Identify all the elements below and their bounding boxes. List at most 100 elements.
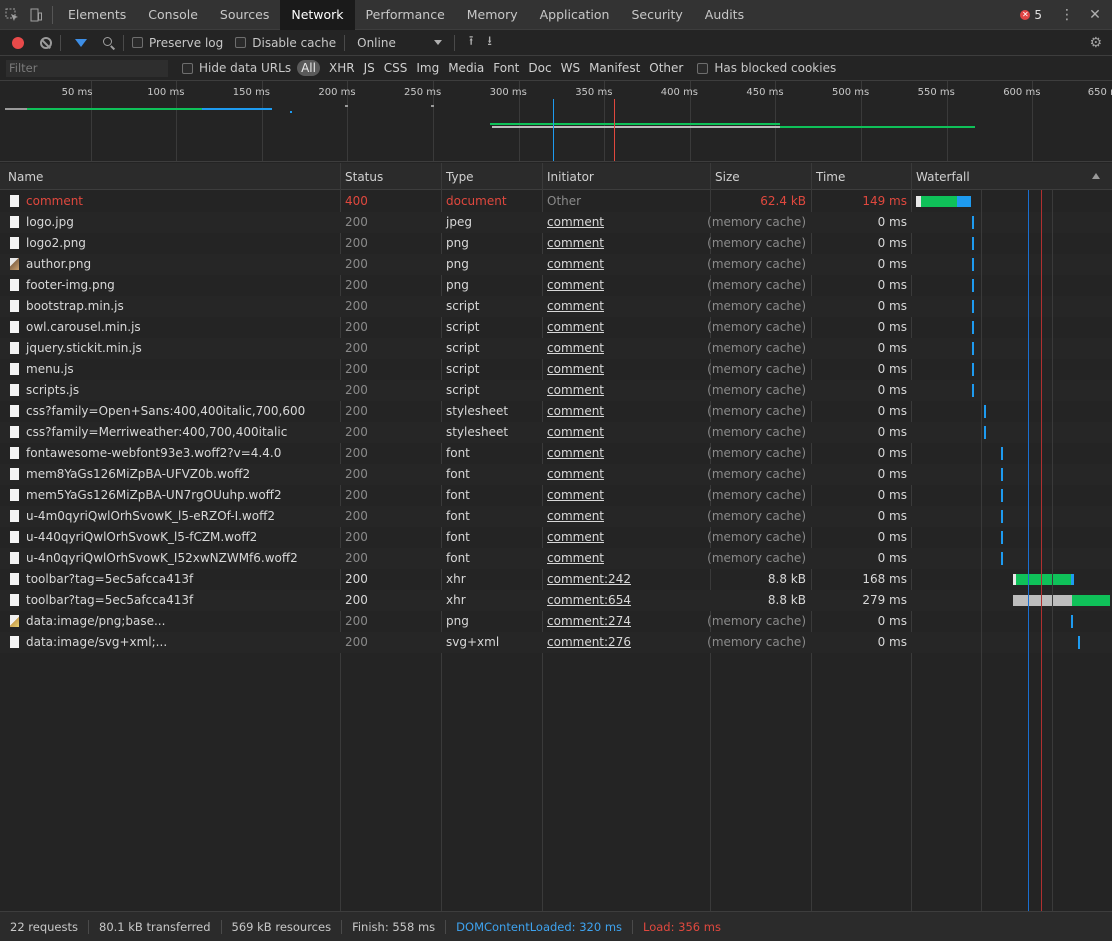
- tab-sources[interactable]: Sources: [209, 0, 280, 30]
- cell-name[interactable]: toolbar?tag=5ec5afcca413f: [26, 572, 193, 586]
- table-row[interactable]: scripts.js 200 script comment (memory cache)…: [0, 380, 1112, 401]
- cell-name[interactable]: u-4n0qyriQwlOrhSvowK_I52xwNZWMf6.woff2: [26, 551, 298, 565]
- gear-icon[interactable]: ⚙: [1089, 35, 1102, 51]
- filter-type-manifest[interactable]: Manifest: [589, 61, 640, 75]
- tab-elements[interactable]: Elements: [57, 0, 137, 30]
- cell-name[interactable]: comment: [26, 194, 83, 208]
- filter-type-other[interactable]: Other: [649, 61, 683, 75]
- cell-name[interactable]: toolbar?tag=5ec5afcca413f: [26, 593, 193, 607]
- cell-initiator[interactable]: comment: [547, 488, 604, 502]
- cell-initiator[interactable]: comment: [547, 551, 604, 565]
- cell-initiator[interactable]: comment: [547, 362, 604, 376]
- network-overview-timeline[interactable]: 50 ms 100 ms 150 ms 200 ms 250 ms 300 ms 350 m…: [0, 81, 1112, 162]
- clear-icon[interactable]: [40, 36, 52, 49]
- more-options-icon[interactable]: ⋮: [1056, 7, 1078, 23]
- preserve-log-checkbox[interactable]: [132, 37, 143, 48]
- cell-initiator[interactable]: comment:276: [547, 635, 631, 649]
- cell-name[interactable]: bootstrap.min.js: [26, 299, 124, 313]
- filter-icon[interactable]: [75, 38, 87, 47]
- table-row[interactable]: bootstrap.min.js 200 script comment (memory …: [0, 296, 1112, 317]
- cell-initiator[interactable]: comment: [547, 383, 604, 397]
- cell-name[interactable]: logo2.png: [26, 236, 86, 250]
- cell-initiator[interactable]: comment: [547, 425, 604, 439]
- filter-type-img[interactable]: Img: [416, 61, 439, 75]
- table-row[interactable]: jquery.stickit.min.js 200 script comment (me…: [0, 338, 1112, 359]
- table-row[interactable]: mem5YaGs126MiZpBA-UN7rgOUuhp.woff2 200 fon…: [0, 485, 1112, 506]
- header-initiator[interactable]: Initiator: [547, 170, 594, 184]
- cell-name[interactable]: footer-img.png: [26, 278, 115, 292]
- disable-cache-checkbox[interactable]: [235, 37, 247, 48]
- table-row[interactable]: data:image/png;base... 200 png comment:274 (…: [0, 611, 1112, 632]
- filter-type-js[interactable]: JS: [364, 61, 375, 75]
- table-row[interactable]: menu.js 200 script comment (memory cache) 0 m…: [0, 359, 1112, 380]
- cell-initiator[interactable]: comment: [547, 446, 604, 460]
- cell-name[interactable]: data:image/png;base...: [26, 614, 165, 628]
- table-row[interactable]: mem8YaGs126MiZpBA-UFVZ0b.woff2 200 font com…: [0, 464, 1112, 485]
- table-row[interactable]: logo.jpg 200 jpeg comment (memory cache) 0 ms: [0, 212, 1112, 233]
- tab-memory[interactable]: Memory: [456, 0, 529, 30]
- cell-initiator[interactable]: comment: [547, 320, 604, 334]
- cell-name[interactable]: mem5YaGs126MiZpBA-UN7rgOUuhp.woff2: [26, 488, 282, 502]
- table-row[interactable]: logo2.png 200 png comment (memory cache) 0 ms: [0, 233, 1112, 254]
- cell-name[interactable]: u-440qyriQwlOrhSvowK_l5-fCZM.woff2: [26, 530, 257, 544]
- cell-initiator[interactable]: comment:242: [547, 572, 631, 586]
- table-row[interactable]: u-4n0qyriQwlOrhSvowK_I52xwNZWMf6.woff2 20…: [0, 548, 1112, 569]
- header-time[interactable]: Time: [816, 170, 845, 184]
- table-row[interactable]: css?family=Merriweather:400,700,400itali…: [0, 422, 1112, 443]
- cell-initiator[interactable]: comment: [547, 299, 604, 313]
- filter-type-all[interactable]: All: [297, 60, 320, 76]
- table-row[interactable]: toolbar?tag=5ec5afcca413f 200 xhr comment:2…: [0, 569, 1112, 590]
- search-icon[interactable]: [103, 36, 115, 49]
- throttling-select[interactable]: Online: [357, 36, 442, 50]
- table-row[interactable]: toolbar?tag=5ec5afcca413f 200 xhr comment:6…: [0, 590, 1112, 611]
- filter-type-ws[interactable]: WS: [561, 61, 580, 75]
- cell-name[interactable]: mem8YaGs126MiZpBA-UFVZ0b.woff2: [26, 467, 250, 481]
- cell-name[interactable]: data:image/svg+xml;...: [26, 635, 167, 649]
- header-name[interactable]: Name: [8, 170, 43, 184]
- table-row[interactable]: u-440qyriQwlOrhSvowK_l5-fCZM.woff2 200 fon…: [0, 527, 1112, 548]
- tab-application[interactable]: Application: [529, 0, 621, 30]
- hide-data-urls-checkbox[interactable]: [182, 62, 193, 74]
- import-har-icon[interactable]: ⭱: [469, 32, 474, 54]
- table-row[interactable]: css?family=Open+Sans:400,400italic,700,6…: [0, 401, 1112, 422]
- export-har-icon[interactable]: ⭳: [487, 32, 492, 54]
- table-row[interactable]: u-4m0qyriQwlOrhSvowK_l5-eRZOf-I.woff2 200…: [0, 506, 1112, 527]
- filter-type-media[interactable]: Media: [448, 61, 484, 75]
- cell-initiator[interactable]: comment: [547, 257, 604, 271]
- cell-name[interactable]: owl.carousel.min.js: [26, 320, 141, 334]
- cell-initiator[interactable]: comment: [547, 509, 604, 523]
- tab-network[interactable]: Network: [280, 0, 355, 30]
- cell-initiator[interactable]: comment:274: [547, 614, 631, 628]
- tab-console[interactable]: Console: [137, 0, 209, 30]
- error-count-badge[interactable]: ✕ 5: [1020, 8, 1042, 22]
- header-size[interactable]: Size: [715, 170, 740, 184]
- cell-initiator[interactable]: comment: [547, 530, 604, 544]
- cell-name[interactable]: menu.js: [26, 362, 74, 376]
- sort-ascending-icon[interactable]: [1092, 173, 1100, 179]
- filter-input[interactable]: [6, 59, 168, 77]
- cell-name[interactable]: scripts.js: [26, 383, 79, 397]
- header-status[interactable]: Status: [345, 170, 383, 184]
- cell-name[interactable]: u-4m0qyriQwlOrhSvowK_l5-eRZOf-I.woff2: [26, 509, 275, 523]
- table-row[interactable]: comment 400 document Other 62.4 kB 149 ms: [0, 191, 1112, 212]
- cell-initiator[interactable]: comment: [547, 467, 604, 481]
- cell-name[interactable]: logo.jpg: [26, 215, 74, 229]
- header-waterfall[interactable]: Waterfall: [916, 170, 970, 184]
- header-type[interactable]: Type: [446, 170, 474, 184]
- cell-initiator[interactable]: comment: [547, 215, 604, 229]
- table-row[interactable]: fontawesome-webfont93e3.woff2?v=4.4.0 200…: [0, 443, 1112, 464]
- inspect-element-icon[interactable]: [0, 0, 24, 30]
- cell-name[interactable]: author.png: [26, 257, 91, 271]
- cell-name[interactable]: fontawesome-webfont93e3.woff2?v=4.4.0: [26, 446, 281, 460]
- close-icon[interactable]: ✕: [1084, 7, 1106, 23]
- filter-type-xhr[interactable]: XHR: [329, 61, 355, 75]
- cell-name[interactable]: css?family=Merriweather:400,700,400itali…: [26, 425, 287, 439]
- filter-type-font[interactable]: Font: [493, 61, 519, 75]
- tab-performance[interactable]: Performance: [355, 0, 456, 30]
- cell-initiator[interactable]: comment: [547, 404, 604, 418]
- cell-initiator[interactable]: comment: [547, 341, 604, 355]
- tab-audits[interactable]: Audits: [694, 0, 755, 30]
- cell-name[interactable]: jquery.stickit.min.js: [26, 341, 142, 355]
- blocked-cookies-checkbox[interactable]: [697, 62, 709, 74]
- table-row[interactable]: footer-img.png 200 png comment (memory cache…: [0, 275, 1112, 296]
